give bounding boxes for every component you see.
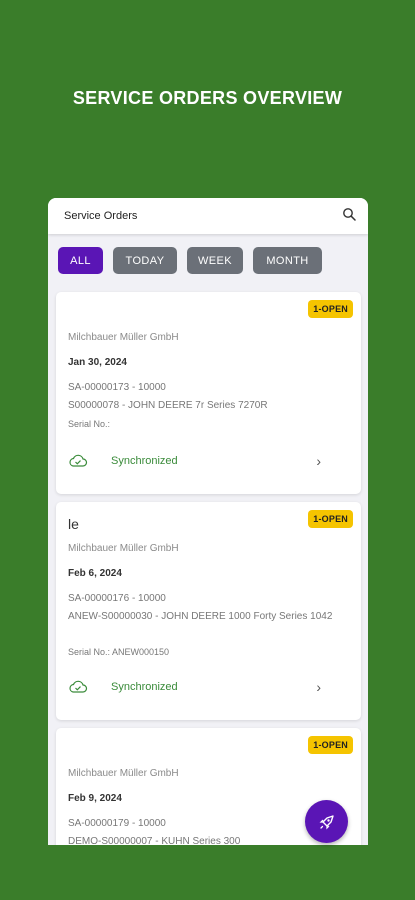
filter-today-button[interactable]: TODAY <box>113 247 177 274</box>
filter-week-button[interactable]: WEEK <box>187 247 243 274</box>
app-screen: Service Orders ALL TODAY WEEK MONTH 1-OP… <box>48 198 368 845</box>
page-headline: SERVICE ORDERS OVERVIEW <box>72 88 343 108</box>
filter-all-button[interactable]: ALL <box>58 247 103 274</box>
rocket-icon <box>319 814 334 829</box>
order-date: Feb 6, 2024 <box>68 568 122 579</box>
customer-name: Milchbauer Müller GmbH <box>68 768 179 779</box>
status-badge: 1-OPEN <box>308 510 353 528</box>
cloud-check-icon <box>69 454 88 467</box>
order-reference: SA-00000179 - 10000 <box>68 818 166 829</box>
machine-info: DEMO-S00000007 - KUHN Series 300 <box>68 836 241 845</box>
serial-number: Serial No.: ANEW000150 <box>68 647 170 657</box>
search-button[interactable] <box>342 207 356 226</box>
chevron-right-icon[interactable]: › <box>316 679 321 695</box>
service-order-card[interactable]: 1-OPEN le Milchbauer Müller GmbH Feb 6, … <box>56 502 361 720</box>
order-date: Feb 9, 2024 <box>68 793 122 804</box>
filter-month-button[interactable]: MONTH <box>253 247 322 274</box>
status-badge: 1-OPEN <box>308 300 353 318</box>
app-bar-title: Service Orders <box>64 210 138 222</box>
machine-info: ANEW-S00000030 - JOHN DEERE 1000 Forty S… <box>68 611 333 622</box>
order-reference: SA-00000176 - 10000 <box>68 593 166 604</box>
quick-action-button[interactable] <box>305 800 348 843</box>
cloud-check-icon <box>69 680 88 693</box>
service-order-card[interactable]: 1-OPEN Milchbauer Müller GmbH Jan 30, 20… <box>56 292 361 494</box>
app-bar: Service Orders <box>48 198 368 234</box>
sync-status: Synchronized <box>68 680 325 694</box>
customer-name: Milchbauer Müller GmbH <box>68 543 179 554</box>
serial-number: Serial No.: <box>68 419 111 429</box>
search-icon <box>343 207 356 221</box>
order-title: le <box>68 516 79 532</box>
order-date: Jan 30, 2024 <box>68 357 127 368</box>
customer-name: Milchbauer Müller GmbH <box>68 332 179 343</box>
sync-status-text: Synchronized <box>111 681 178 693</box>
chevron-right-icon[interactable]: › <box>316 453 321 469</box>
status-badge: 1-OPEN <box>308 736 353 754</box>
filter-bar: ALL TODAY WEEK MONTH <box>48 234 368 274</box>
order-reference: SA-00000173 - 10000 <box>68 382 166 393</box>
sync-status-text: Synchronized <box>111 455 178 467</box>
machine-info: S00000078 - JOHN DEERE 7r Series 7270R <box>68 400 268 411</box>
sync-status: Synchronized <box>68 454 325 468</box>
